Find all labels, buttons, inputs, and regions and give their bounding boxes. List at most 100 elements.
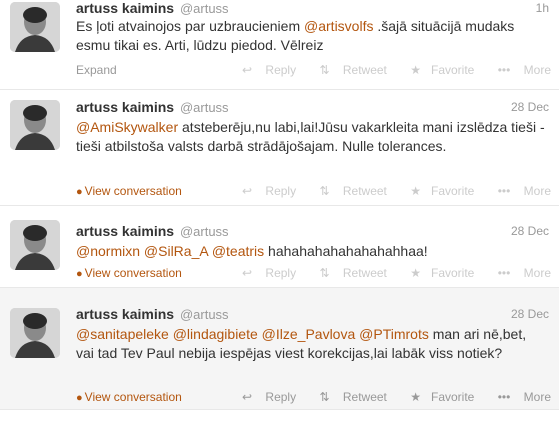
- retweet-icon: ⇅: [319, 390, 330, 404]
- view-conversation-link[interactable]: ● View conversation: [76, 265, 182, 282]
- favorite-button[interactable]: ★ Favorite: [400, 63, 474, 77]
- reply-button[interactable]: ↩ Reply: [232, 390, 296, 404]
- conversation-icon: ●: [76, 268, 83, 280]
- reply-label: Reply: [265, 390, 297, 404]
- timestamp[interactable]: 1h: [536, 0, 549, 17]
- conversation-icon: ●: [76, 186, 83, 198]
- tweet-header: artuss kaimins @artuss 28 Dec: [76, 306, 549, 323]
- more-button[interactable]: ••• More: [488, 184, 551, 198]
- more-label: More: [523, 184, 551, 198]
- tweet-actions: ↩ Reply ⇅ Retweet ★ Favorite ••• More: [222, 62, 551, 78]
- more-button[interactable]: ••• More: [488, 390, 551, 404]
- retweet-icon: ⇅: [319, 184, 330, 198]
- tweet-text: @normixn @SilRa_A @teatris hahahahahahah…: [76, 242, 546, 261]
- user-name[interactable]: artuss kaimins: [76, 99, 174, 115]
- tweet-item[interactable]: artuss kaimins @artuss 28 Dec @sanitapel…: [0, 288, 559, 410]
- view-conversation-link[interactable]: ● View conversation: [76, 389, 182, 406]
- timestamp[interactable]: 28 Dec: [511, 223, 549, 240]
- tweet-action-bar: ● View conversation ↩ Reply ⇅ Retweet ★ Fa…: [76, 183, 551, 199]
- more-icon: •••: [497, 266, 511, 280]
- avatar[interactable]: [10, 2, 60, 52]
- more-button[interactable]: ••• More: [488, 63, 551, 77]
- more-label: More: [523, 63, 551, 77]
- reply-label: Reply: [265, 63, 297, 77]
- favorite-button[interactable]: ★ Favorite: [400, 184, 474, 198]
- retweet-button[interactable]: ⇅ Retweet: [309, 266, 386, 280]
- favorite-button[interactable]: ★ Favorite: [400, 266, 474, 280]
- reply-icon: ↩: [242, 266, 253, 280]
- retweet-label: Retweet: [342, 63, 387, 77]
- mention-link[interactable]: @lindagibiete: [173, 326, 258, 342]
- reply-button[interactable]: ↩ Reply: [232, 184, 296, 198]
- star-icon: ★: [410, 390, 421, 404]
- more-label: More: [523, 390, 551, 404]
- retweet-label: Retweet: [342, 390, 387, 404]
- tweet-action-bar: Expand ↩ Reply ⇅ Retweet ★ Favorite ••• M…: [76, 62, 551, 78]
- reply-button[interactable]: ↩ Reply: [232, 266, 296, 280]
- retweet-label: Retweet: [342, 266, 387, 280]
- tweet-item[interactable]: artuss kaimins @artuss 28 Dec @normixn @…: [0, 206, 559, 288]
- mention-link[interactable]: @sanitapeleke: [76, 326, 169, 342]
- favorite-label: Favorite: [431, 63, 475, 77]
- timestamp[interactable]: 28 Dec: [511, 306, 549, 323]
- star-icon: ★: [410, 184, 421, 198]
- tweet-actions: ↩ Reply ⇅ Retweet ★ Favorite ••• More: [222, 265, 551, 281]
- retweet-button[interactable]: ⇅ Retweet: [309, 390, 386, 404]
- user-handle[interactable]: @artuss: [180, 307, 229, 322]
- mention-link[interactable]: @PTimrots: [359, 326, 429, 342]
- reply-icon: ↩: [242, 184, 253, 198]
- tweet-text-segment: hahahahahahahahahhaa!: [264, 243, 428, 259]
- tweet-item[interactable]: artuss kaimins @artuss 28 Dec @AmiSkywal…: [0, 90, 559, 206]
- mention-link[interactable]: @AmiSkywalker: [76, 119, 178, 135]
- favorite-label: Favorite: [431, 184, 475, 198]
- retweet-button[interactable]: ⇅ Retweet: [309, 63, 386, 77]
- mention-link[interactable]: @Ilze_Pavlova: [262, 326, 356, 342]
- more-icon: •••: [497, 184, 511, 198]
- tweet-item[interactable]: artuss kaimins @artuss 1h Es ļoti atvain…: [0, 0, 559, 90]
- mention-link[interactable]: @artisvolfs: [304, 18, 373, 34]
- tweet-header: artuss kaimins @artuss 28 Dec: [76, 223, 549, 240]
- user-name[interactable]: artuss kaimins: [76, 0, 174, 16]
- more-label: More: [523, 266, 551, 280]
- tweet-actions: ↩ Reply ⇅ Retweet ★ Favorite ••• More: [222, 389, 551, 405]
- tweet-text-segment: Es ļoti atvainojos par uzbraucieniem: [76, 18, 305, 34]
- user-name[interactable]: artuss kaimins: [76, 306, 174, 322]
- retweet-icon: ⇅: [319, 266, 330, 280]
- avatar[interactable]: [10, 308, 60, 358]
- view-conversation-label: View conversation: [84, 266, 182, 280]
- tweet-header: artuss kaimins @artuss 1h: [76, 0, 549, 17]
- tweet-text: @sanitapeleke @lindagibiete @Ilze_Pavlov…: [76, 325, 546, 363]
- mention-link[interactable]: @normixn: [76, 243, 140, 259]
- retweet-label: Retweet: [342, 184, 387, 198]
- conversation-icon: ●: [76, 392, 83, 404]
- reply-icon: ↩: [242, 390, 253, 404]
- favorite-button[interactable]: ★ Favorite: [400, 390, 474, 404]
- star-icon: ★: [410, 266, 421, 280]
- expand-link[interactable]: Expand: [76, 62, 117, 78]
- reply-button[interactable]: ↩ Reply: [232, 63, 296, 77]
- retweet-button[interactable]: ⇅ Retweet: [309, 184, 386, 198]
- avatar[interactable]: [10, 220, 60, 270]
- mention-link[interactable]: @SilRa_A: [144, 243, 208, 259]
- user-handle[interactable]: @artuss: [180, 100, 229, 115]
- more-icon: •••: [497, 63, 511, 77]
- avatar[interactable]: [10, 100, 60, 150]
- view-conversation-link[interactable]: ● View conversation: [76, 183, 182, 200]
- more-icon: •••: [497, 390, 511, 404]
- tweet-header: artuss kaimins @artuss 28 Dec: [76, 99, 549, 116]
- tweet-text: Es ļoti atvainojos par uzbraucieniem @ar…: [76, 17, 546, 55]
- reply-icon: ↩: [242, 63, 253, 77]
- timestamp[interactable]: 28 Dec: [511, 99, 549, 116]
- user-handle[interactable]: @artuss: [180, 1, 229, 16]
- favorite-label: Favorite: [431, 390, 475, 404]
- view-conversation-label: View conversation: [84, 184, 182, 198]
- mention-link[interactable]: @teatris: [212, 243, 264, 259]
- user-name[interactable]: artuss kaimins: [76, 223, 174, 239]
- reply-label: Reply: [265, 184, 297, 198]
- favorite-label: Favorite: [431, 266, 475, 280]
- tweet-text: @AmiSkywalker atsteberēju,nu labi,lai!Jū…: [76, 118, 546, 156]
- user-handle[interactable]: @artuss: [180, 224, 229, 239]
- more-button[interactable]: ••• More: [488, 266, 551, 280]
- tweet-actions: ↩ Reply ⇅ Retweet ★ Favorite ••• More: [222, 183, 551, 199]
- view-conversation-label: View conversation: [84, 390, 182, 404]
